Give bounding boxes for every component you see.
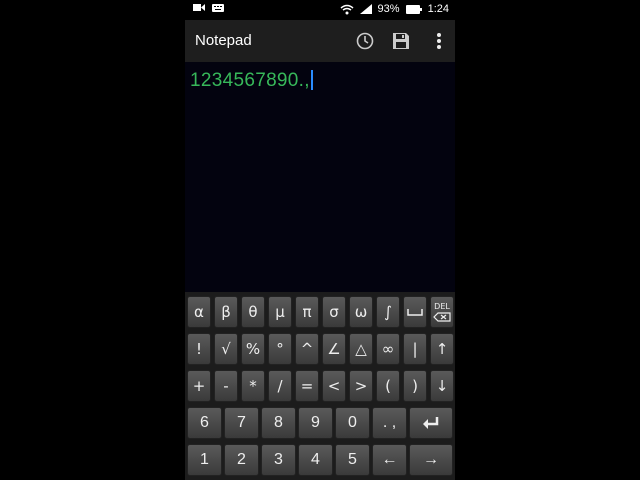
key-equals[interactable]: = (295, 370, 319, 402)
clock-time: 1:24 (427, 3, 449, 15)
key-3[interactable]: 3 (261, 444, 296, 476)
key-delete[interactable]: DEL (430, 296, 454, 328)
enter-icon (423, 417, 439, 429)
key-omega[interactable]: ω (349, 296, 373, 328)
key-divide[interactable]: / (268, 370, 292, 402)
signal-icon (359, 4, 372, 14)
key-infinity[interactable]: ∞ (376, 333, 400, 365)
key-less-than[interactable]: < (322, 370, 346, 402)
key-angle[interactable]: ∠ (322, 333, 346, 365)
key-open-paren[interactable]: ( (376, 370, 400, 402)
key-pipe[interactable]: | (403, 333, 427, 365)
space-bar-icon (407, 309, 423, 316)
editor-content[interactable]: 1234567890., (190, 70, 313, 92)
key-sigma[interactable]: σ (322, 296, 346, 328)
key-plus[interactable]: + (187, 370, 211, 402)
key-greater-than[interactable]: > (349, 370, 373, 402)
more-vert-icon[interactable] (428, 30, 450, 52)
key-arrow-right[interactable]: → (409, 444, 453, 476)
video-camera-icon (193, 4, 205, 11)
key-arrow-left[interactable]: ← (372, 444, 407, 476)
key-arrow-down[interactable]: ↓ (430, 370, 454, 402)
history-icon[interactable] (354, 30, 376, 52)
key-degree[interactable]: ° (268, 333, 292, 365)
save-icon[interactable] (390, 30, 412, 52)
app-bar: Notepad (185, 20, 455, 62)
delete-label: DEL (434, 302, 450, 311)
wifi-icon (340, 4, 354, 14)
text-editor[interactable]: 1234567890., (185, 62, 455, 292)
key-triangle[interactable]: △ (349, 333, 373, 365)
key-arrow-up[interactable]: ↑ (430, 333, 454, 365)
battery-icon (405, 4, 422, 14)
key-minus[interactable]: - (214, 370, 238, 402)
key-integral[interactable]: ∫ (376, 296, 400, 328)
key-beta[interactable]: β (214, 296, 238, 328)
key-theta[interactable]: θ (241, 296, 265, 328)
phone-screen: 93% 1:24 Notepad 1234567890., α β θ μ π … (185, 0, 455, 480)
key-caret[interactable]: ^ (295, 333, 319, 365)
key-2[interactable]: 2 (224, 444, 259, 476)
keyboard-notification-icon (212, 3, 224, 12)
key-9[interactable]: 9 (298, 407, 333, 439)
key-exclamation[interactable]: ! (187, 333, 211, 365)
key-4[interactable]: 4 (298, 444, 333, 476)
key-multiply[interactable]: * (241, 370, 265, 402)
key-1[interactable]: 1 (187, 444, 222, 476)
key-close-paren[interactable]: ) (403, 370, 427, 402)
math-keyboard: α β θ μ π σ ω ∫ DEL ! √ % ° ^ ∠ △ ∞ | ↑ … (185, 292, 455, 480)
key-mu[interactable]: μ (268, 296, 292, 328)
key-percent[interactable]: % (241, 333, 265, 365)
battery-percent: 93% (377, 3, 400, 15)
key-6[interactable]: 6 (187, 407, 222, 439)
backspace-icon (433, 312, 451, 322)
key-alpha[interactable]: α (187, 296, 211, 328)
status-bar: 93% 1:24 (185, 0, 455, 20)
key-8[interactable]: 8 (261, 407, 296, 439)
key-enter[interactable] (409, 407, 453, 439)
key-5[interactable]: 5 (335, 444, 370, 476)
key-0[interactable]: 0 (335, 407, 370, 439)
editor-text: 1234567890., (190, 70, 310, 91)
key-space[interactable] (403, 296, 427, 328)
key-decimal-comma[interactable]: . , (372, 407, 407, 439)
key-7[interactable]: 7 (224, 407, 259, 439)
key-sqrt[interactable]: √ (214, 333, 238, 365)
text-cursor (310, 70, 313, 90)
app-title: Notepad (195, 32, 252, 49)
key-pi[interactable]: π (295, 296, 319, 328)
